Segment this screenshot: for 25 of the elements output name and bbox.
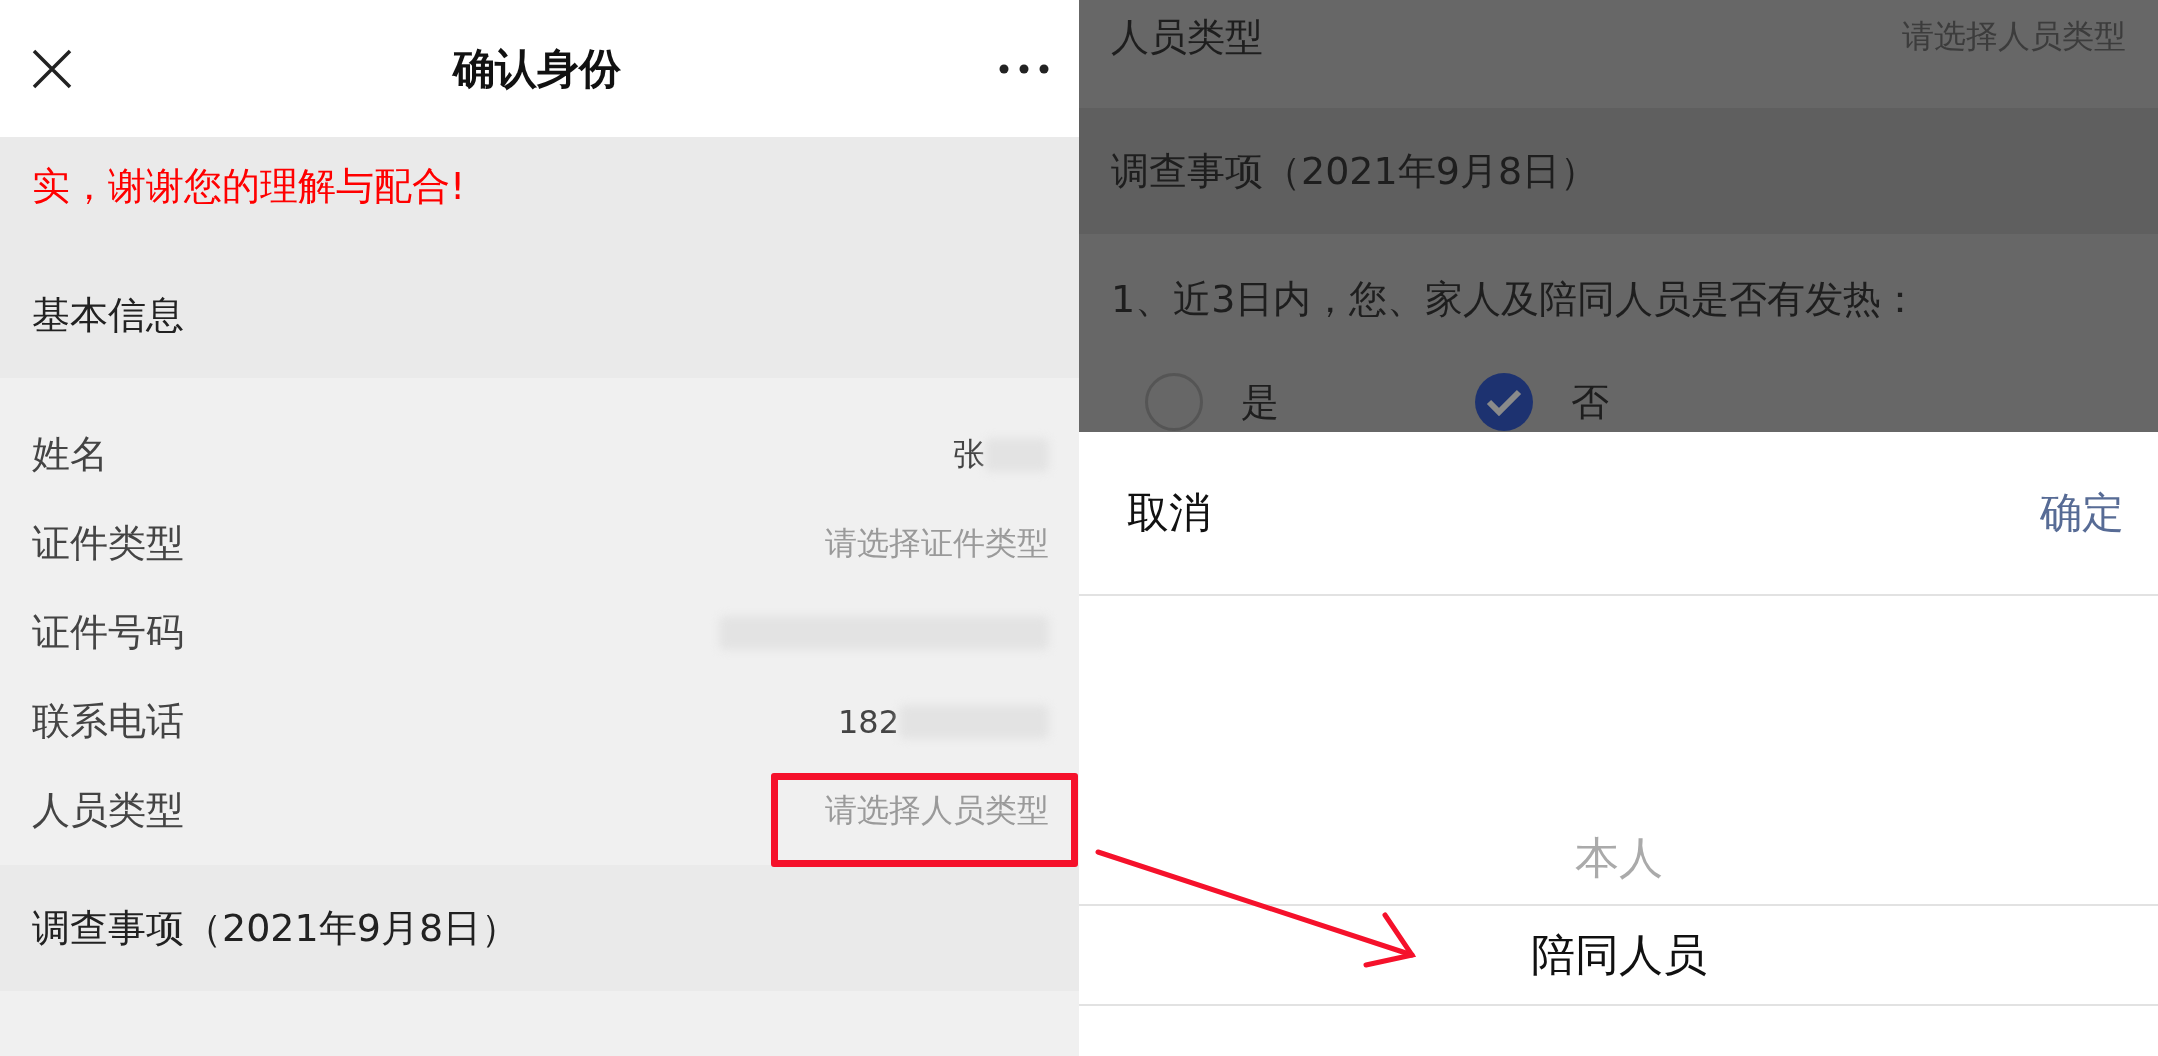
field-label: 人员类型 — [1111, 13, 1263, 61]
picker-option[interactable]: 陪同人员 — [1079, 904, 2158, 1006]
option-label: 否 — [1571, 378, 1609, 426]
field-label: 联系电话 — [32, 698, 184, 745]
field-value: 182 — [837, 702, 899, 741]
radio-button[interactable] — [1475, 373, 1533, 431]
field-value: 张 — [953, 433, 985, 475]
select-field[interactable]: 请选择人员类型 — [825, 788, 1049, 833]
check-icon — [1486, 388, 1522, 416]
section-title: 基本信息 — [32, 291, 184, 339]
section-title: 调查事项（2021年9月8日） — [1111, 147, 1599, 195]
option-label: 是 — [1241, 378, 1279, 426]
field-label: 证件号码 — [32, 609, 184, 656]
picker-option[interactable]: 本人 — [1079, 812, 2158, 904]
cancel-button[interactable]: 取消 — [1127, 485, 1211, 541]
page-title: 确认身份 — [452, 42, 621, 95]
confirm-button[interactable]: 确定 — [2040, 485, 2124, 541]
more-icon[interactable] — [999, 63, 1049, 74]
select-field[interactable]: 请选择证件类型 — [825, 521, 1049, 566]
field-label: 姓名 — [32, 431, 108, 478]
notice-text: 实，谢谢您的理解与配合! — [0, 137, 1079, 252]
question-text: 1、近3日内，您、家人及陪同人员是否有发热： — [1110, 276, 1921, 323]
field-label: 证件类型 — [32, 520, 184, 567]
section-title: 调查事项（2021年9月8日） — [32, 904, 520, 952]
field-label: 人员类型 — [32, 787, 184, 834]
